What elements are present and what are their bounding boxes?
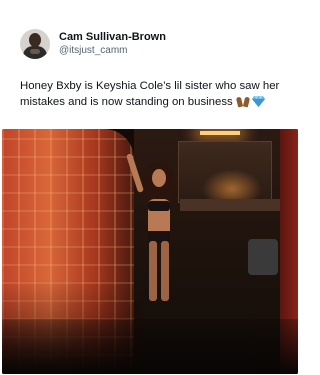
avatar-detail xyxy=(30,49,40,54)
tweet-media-photo[interactable] xyxy=(2,129,298,374)
avatar-face xyxy=(29,33,41,47)
display-name[interactable]: Cam Sullivan-Brown xyxy=(59,31,166,44)
left-leg xyxy=(149,241,157,301)
head xyxy=(152,169,166,187)
tweet-card: Cam Sullivan-Brown @itsjust_camm Honey B… xyxy=(0,0,300,375)
floor xyxy=(2,319,298,374)
author-names: Cam Sullivan-Brown @itsjust_camm xyxy=(59,31,166,56)
person-figure xyxy=(125,153,190,303)
tweet-header: Cam Sullivan-Brown @itsjust_camm xyxy=(20,29,166,59)
raising-hands-icon xyxy=(235,95,251,108)
gem-stone-icon xyxy=(251,96,265,107)
counter xyxy=(180,199,280,211)
handle[interactable]: @itsjust_camm xyxy=(59,45,166,57)
ceiling-light xyxy=(200,131,240,135)
right-leg xyxy=(161,241,169,301)
bag xyxy=(248,239,278,275)
tweet-text: Honey Bxby is Keyshia Cole’s lil sister … xyxy=(20,78,288,110)
avatar[interactable] xyxy=(20,29,50,59)
top xyxy=(148,201,170,211)
emoji-group xyxy=(235,95,265,108)
